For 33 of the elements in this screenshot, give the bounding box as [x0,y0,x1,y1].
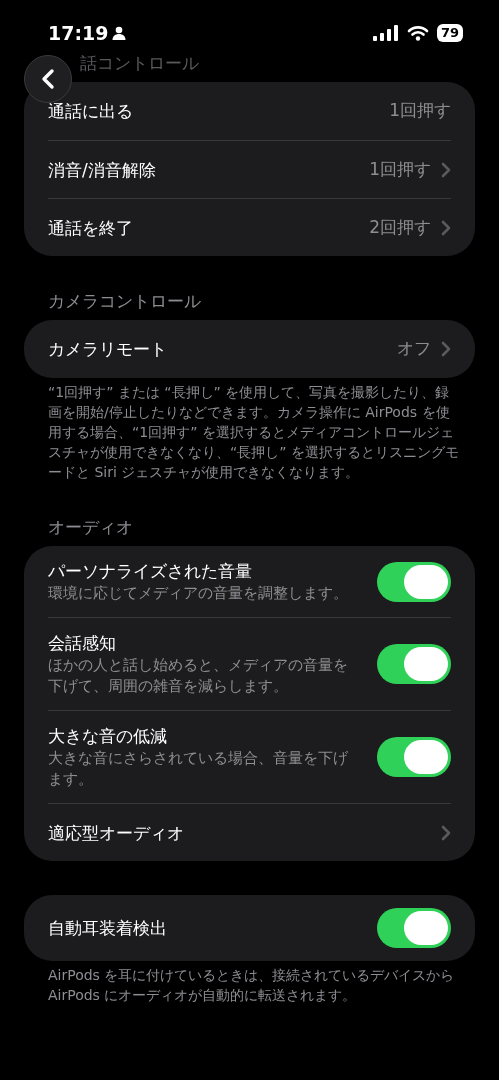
wifi-icon [406,25,429,41]
section-header: カメラコントロール [47,290,202,312]
section-header: オーディオ [47,516,134,538]
row-label: 通話を終了 [48,216,133,240]
person-icon [112,26,127,40]
row-value: 2回押す [369,215,431,239]
row-description: 環境に応じてメディアの音量を調整します。 [48,584,348,603]
row-label: 大きな音の低減 [48,725,168,748]
signal-icon [372,25,399,41]
row-label: 消音/消音解除 [48,158,156,182]
row-label: パーソナライズされた音量 [48,560,253,583]
battery-indicator: 79 [436,24,463,42]
toggle-switch[interactable] [377,561,451,602]
row-description: 大きな音にさらされている場合、音量を下げます。 [48,749,349,789]
section-footer: AirPods を耳に付けているときは、接続されているデバイスから AirPods にオーディオが自動的に転送されます。 [24,961,475,1005]
section-header: 話コントロール [79,52,200,74]
row-value: 1回押す [389,99,451,123]
chevron-icon [441,824,451,841]
row-label: 会話感知 [48,632,117,655]
status-time: 17:19 [48,20,109,46]
row-label: 適応型オーディオ [48,821,184,845]
toggle-switch[interactable] [377,737,451,777]
row-label: カメラリモート [48,338,167,361]
toggle-switch[interactable] [377,908,451,948]
back-button[interactable] [24,55,72,103]
row-value: 1回押す [369,157,431,181]
section-footer: “1回押す” または “長押し” を使用して、写真を撮影したり、録画を開始/停止したりなどできます。カメラ操作に AirPods を使用する場合、“1回押す” を選択するとメディアコントロールジェスチャが使用できなくなり、“長押し” を選択するとリスニングモードと Siri ジェスチャが使用できなくなります。 [24,378,475,482]
row-value: オフ [397,337,431,361]
row-description: ほかの人と話し始めると、メディアの音量を下げて、周囲の雑音を減らします。 [48,656,349,696]
toggle-switch[interactable] [377,644,451,684]
row-label: 通話に出る [48,100,133,123]
back-icon [41,68,55,90]
row-label: 自動耳装着検出 [48,917,167,940]
